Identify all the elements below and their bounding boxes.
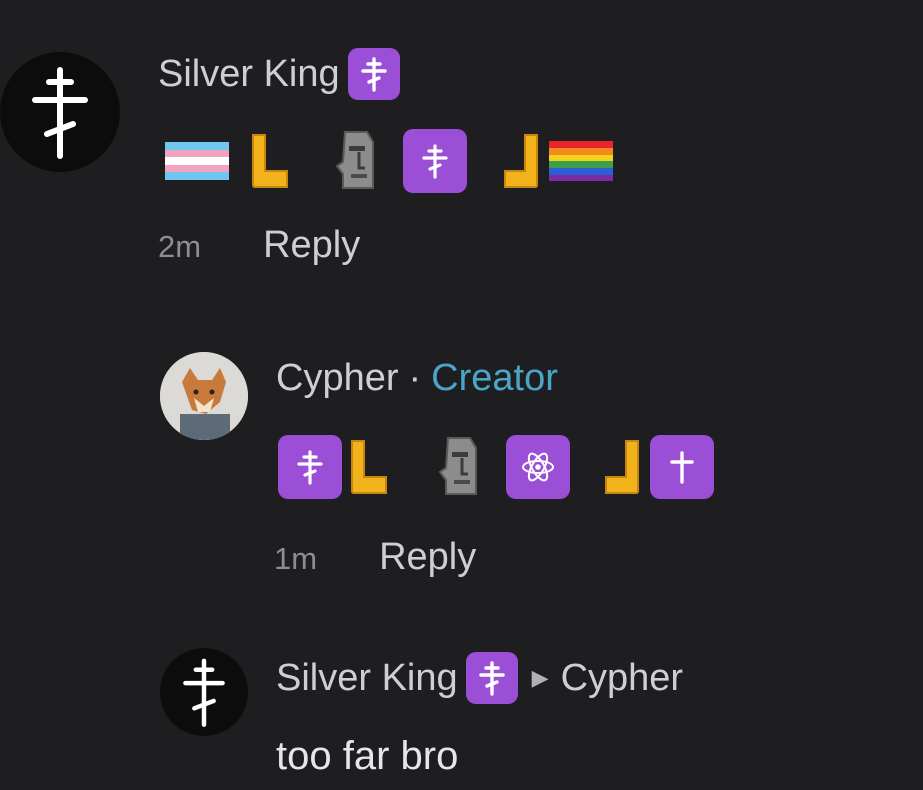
comment-2-meta: 1m Reply (274, 536, 476, 579)
reply-button[interactable]: Reply (379, 536, 476, 579)
avatar-silver-king[interactable] (160, 648, 248, 736)
rainbow-flag-icon (549, 141, 613, 181)
latin-cross-badge-icon (650, 435, 714, 499)
orthodox-cross-badge-icon (465, 652, 518, 704)
comment-3-text: too far bro (276, 734, 459, 778)
avatar-silver-king[interactable] (0, 52, 120, 172)
separator-dot: · (408, 357, 422, 399)
atom-badge-icon (506, 435, 570, 499)
comment-3-username[interactable]: Silver King ▶ Cypher (276, 652, 683, 704)
reply-arrow-icon: ▶ (531, 665, 549, 690)
thumb-j-icon (605, 440, 639, 494)
reply-button[interactable]: Reply (263, 224, 360, 267)
thumb-l-icon (252, 134, 288, 188)
creator-badge: Creator (431, 357, 558, 399)
comment-1-username[interactable]: Silver King (158, 48, 400, 100)
orthodox-cross-icon (183, 658, 225, 727)
orthodox-cross-badge-icon (278, 435, 342, 499)
reply-to-username[interactable]: Cypher (561, 657, 684, 700)
comment-1-meta: 2m Reply (158, 224, 360, 267)
username-text: Silver King (158, 52, 340, 95)
username-text: Cypher (276, 357, 399, 399)
orthodox-cross-badge-icon (403, 129, 467, 193)
comment-1-body (165, 126, 613, 196)
thumb-j-icon (504, 134, 538, 188)
avatar-cypher[interactable] (160, 352, 248, 440)
orthodox-cross-badge-icon (347, 48, 400, 100)
username-text: Silver King (276, 656, 458, 699)
moai-icon (335, 131, 374, 189)
moai-icon (438, 437, 477, 495)
timestamp: 1m (274, 541, 318, 576)
timestamp: 2m (158, 229, 202, 264)
transgender-flag-icon (165, 142, 229, 180)
comment-2-body (278, 432, 714, 502)
thumb-l-icon (351, 440, 387, 494)
orthodox-cross-icon (32, 67, 88, 159)
fox-avatar-image (160, 352, 248, 440)
comment-2-username[interactable]: Cypher · Creator (276, 357, 558, 400)
